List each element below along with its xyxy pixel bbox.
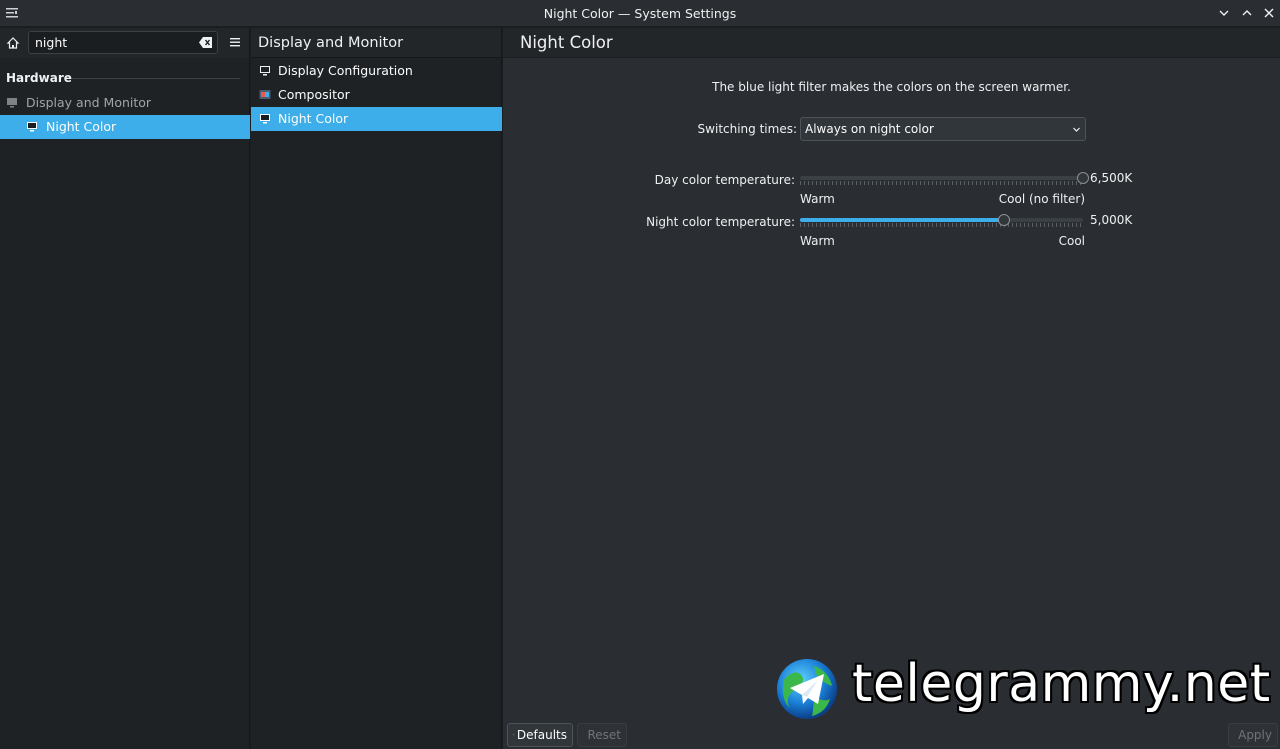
slider-ticks — [800, 181, 1083, 185]
sidebar: Hardware Display and Monitor Night Color — [0, 28, 250, 749]
close-icon — [1264, 8, 1274, 18]
slider-fill — [800, 218, 1004, 222]
description-text: The blue light filter makes the colors o… — [712, 80, 1071, 94]
maximize-button[interactable] — [1239, 5, 1255, 21]
defaults-button-label: Defaults — [516, 728, 567, 742]
reset-button[interactable]: Reset — [577, 723, 627, 747]
sub-item-label: Display Configuration — [278, 63, 413, 78]
sub-item-night-color[interactable]: Night Color — [251, 107, 502, 131]
home-icon[interactable] — [5, 35, 21, 51]
sidebar-item-label: Display and Monitor — [26, 95, 152, 110]
monitor-icon — [7, 98, 17, 108]
category-header: Hardware — [6, 71, 72, 85]
night-temp-label: Night color temperature: — [646, 215, 795, 229]
sub-item-display-configuration[interactable]: Display Configuration — [251, 59, 502, 83]
hamburger-menu-icon[interactable] — [228, 35, 242, 49]
category-divider — [72, 78, 240, 79]
undo-icon — [583, 734, 585, 736]
main-panel: Night Color The blue light filter makes … — [503, 28, 1280, 749]
sub-item-label: Compositor — [278, 87, 350, 102]
chevron-down-icon — [1073, 127, 1080, 132]
switching-times-value: Always on night color — [805, 122, 934, 136]
night-color-icon — [27, 122, 37, 132]
sidebar-toolbar — [0, 28, 249, 58]
compositor-icon — [259, 90, 271, 99]
close-button[interactable] — [1261, 5, 1277, 21]
checkmark-icon — [1234, 734, 1236, 736]
chevron-up-icon — [1242, 10, 1252, 16]
search-box[interactable] — [28, 31, 218, 54]
sidebar-item-night-color[interactable]: Night Color — [0, 115, 250, 139]
sub-item-label: Night Color — [278, 111, 349, 126]
night-temp-value: 5,000K — [1090, 213, 1133, 227]
apply-button-label: Apply — [1238, 728, 1272, 742]
subcategory-title: Display and Monitor — [251, 28, 501, 58]
day-temp-value: 6,500K — [1090, 171, 1133, 185]
switching-times-dropdown[interactable]: Always on night color — [800, 117, 1086, 141]
title-bar: Night Color — System Settings — [0, 0, 1280, 27]
page-title: Night Color — [503, 28, 1280, 58]
sidebar-item-display-and-monitor[interactable]: Display and Monitor — [0, 91, 250, 115]
telegram-globe-logo-icon — [777, 659, 837, 719]
night-temp-max-label: Cool — [1058, 234, 1085, 248]
apply-button[interactable]: Apply — [1228, 723, 1278, 747]
minimize-button[interactable] — [1216, 5, 1232, 21]
subcategory-list: Display and Monitor Display Configuratio… — [251, 28, 502, 749]
window-title: Night Color — System Settings — [543, 6, 737, 21]
slider-handle[interactable] — [997, 214, 1010, 226]
monitor-icon — [260, 66, 270, 76]
night-color-icon — [260, 114, 270, 124]
day-temp-min-label: Warm — [800, 192, 835, 206]
slider-ticks — [800, 223, 1083, 227]
night-temp-slider[interactable] — [800, 212, 1083, 228]
night-temp-min-label: Warm — [800, 234, 835, 248]
day-temp-max-label: Cool (no filter) — [998, 192, 1085, 206]
sub-item-compositor[interactable]: Compositor — [251, 83, 502, 107]
day-temp-label: Day color temperature: — [654, 173, 795, 187]
slider-track — [800, 176, 1083, 180]
switching-times-label: Switching times: — [697, 122, 797, 136]
slider-handle[interactable] — [1077, 172, 1089, 184]
defaults-button[interactable]: Defaults — [507, 723, 573, 747]
chevron-down-icon — [1219, 10, 1229, 16]
clear-search-icon[interactable] — [199, 36, 213, 49]
sidebar-item-label: Night Color — [46, 119, 117, 134]
search-input[interactable] — [35, 34, 195, 51]
reset-button-label: Reset — [587, 728, 621, 742]
day-temp-slider[interactable] — [800, 170, 1089, 186]
document-defaults-icon — [513, 734, 514, 736]
watermark: telegrammy.net — [776, 654, 1270, 721]
watermark-text: telegrammy.net — [852, 654, 1271, 714]
